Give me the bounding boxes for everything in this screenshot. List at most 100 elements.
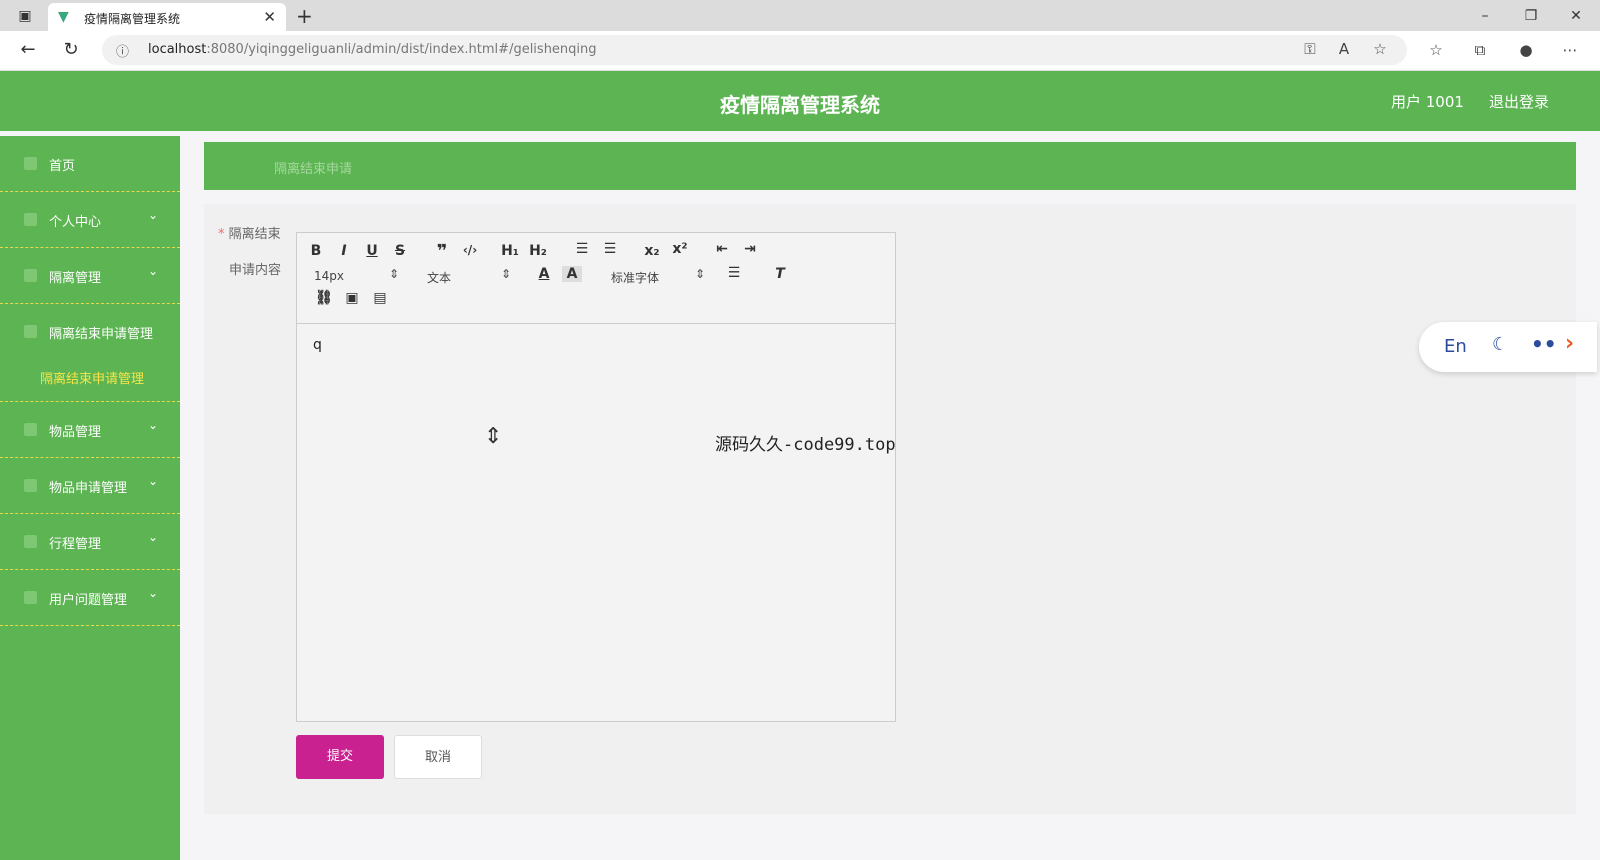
english-label[interactable]: En	[1444, 336, 1467, 357]
submit-button[interactable]: 提交	[296, 735, 384, 779]
heading1-icon[interactable]: H₁	[500, 243, 520, 259]
chevron-down-icon: ⌄	[148, 474, 159, 488]
read-aloud-icon[interactable]: A	[1334, 40, 1354, 58]
sidebar-toggle-icon[interactable]: ▣	[16, 7, 34, 25]
bullet-list-icon[interactable]: ☰	[600, 241, 620, 257]
browser-tab-bar: ▣ ▼ 疫情隔离管理系统 ✕ + – ❐ ✕	[0, 0, 1600, 31]
sidebar-item-label: 物品管理	[49, 425, 102, 440]
sidebar-subitem-end-application[interactable]: 隔离结束申请管理	[0, 352, 180, 402]
sidebar-item-isolation[interactable]: 隔离管理 ⌄	[0, 248, 180, 304]
chevron-down-icon: ⌄	[148, 264, 159, 278]
strike-icon[interactable]: S	[390, 243, 410, 259]
menu-icon	[24, 535, 37, 548]
restore-icon[interactable]: ❐	[1522, 7, 1540, 25]
cancel-button[interactable]: 取消	[394, 735, 482, 779]
tab-title: 疫情隔离管理系统	[84, 12, 181, 26]
watermark-text: 源码久久-code99.top	[715, 435, 896, 455]
window-close-icon[interactable]: ✕	[1567, 7, 1585, 25]
font-color-icon[interactable]: A	[534, 266, 554, 282]
new-tab-icon[interactable]: +	[296, 4, 313, 28]
favorites-icon[interactable]: ☆	[1426, 41, 1446, 59]
sidebar-item-label: 物品申请管理	[49, 481, 128, 496]
home-icon	[24, 157, 37, 170]
chevron-down-icon: ⌄	[148, 418, 159, 432]
clear-format-icon[interactable]: T	[770, 266, 790, 282]
breadcrumb: 隔离结束申请	[204, 142, 1576, 190]
menu-icon	[24, 325, 37, 338]
font-family-dropdown-icon[interactable]: ⇕	[695, 267, 705, 281]
translate-widget[interactable]: En ☾ •• ›	[1419, 322, 1597, 372]
font-size-dropdown-icon[interactable]: ⇕	[389, 267, 399, 281]
video-icon[interactable]: ▤	[370, 290, 390, 306]
code-block-icon[interactable]: ‹/›	[460, 243, 480, 257]
indent-icon[interactable]: ⇥	[740, 241, 760, 257]
sidebar-item-label: 个人中心	[49, 215, 102, 230]
chevron-down-icon: ⌄	[148, 586, 159, 600]
collections-icon[interactable]: ⧉	[1470, 41, 1490, 59]
blockquote-icon[interactable]: ❞	[432, 241, 452, 262]
chevron-right-icon[interactable]: ›	[1565, 331, 1574, 356]
app-title: 疫情隔离管理系统	[720, 93, 880, 117]
sidebar-item-home[interactable]: 首页	[0, 136, 180, 192]
link-icon[interactable]: ⛓	[314, 290, 334, 306]
tab-close-icon[interactable]: ✕	[263, 8, 276, 26]
sidebar-item-label: 用户问题管理	[49, 593, 128, 608]
bold-icon[interactable]: B	[306, 243, 326, 259]
back-icon[interactable]: ←	[17, 39, 39, 60]
sidebar: 首页 个人中心 ⌄ 隔离管理 ⌄ 隔离结束申请管理 隔离结束申请管理 物品管理 …	[0, 136, 180, 860]
url-field[interactable]: ⓘ localhost:8080/yiqinggeliguanli/admin/…	[102, 35, 1407, 65]
sidebar-item-label: 隔离管理	[49, 271, 102, 286]
menu-icon	[24, 423, 37, 436]
add-favorite-icon[interactable]: ☆	[1370, 40, 1390, 58]
italic-icon[interactable]: I	[334, 243, 354, 259]
minimize-icon[interactable]: –	[1476, 7, 1494, 25]
menu-icon	[24, 479, 37, 492]
font-size-select[interactable]: 14px	[314, 269, 344, 283]
rich-text-editor: B I U S ❞ ‹/› H₁ H₂ ☰ ☰ x₂ x² ⇤ ⇥ 14px ⇕…	[296, 232, 896, 722]
font-family-select[interactable]: 标准字体	[611, 269, 659, 286]
underline-icon[interactable]: U	[362, 243, 382, 259]
sidebar-subitem-label: 隔离结束申请管理	[40, 372, 145, 387]
chevron-down-icon: ⌄	[148, 208, 159, 222]
heading2-icon[interactable]: H₂	[528, 243, 548, 259]
url-text: localhost:8080/yiqinggeliguanli/admin/di…	[148, 42, 597, 57]
dots-icon[interactable]: ••	[1531, 332, 1557, 356]
align-icon[interactable]: ☰	[724, 265, 744, 281]
editor-content[interactable]: q	[313, 337, 322, 353]
browser-tab[interactable]: ▼ 疫情隔离管理系统 ✕	[48, 3, 286, 31]
subscript-icon[interactable]: x₂	[642, 243, 662, 259]
paragraph-select[interactable]: 文本	[427, 269, 451, 286]
sidebar-item-label: 首页	[49, 159, 76, 174]
paragraph-dropdown-icon[interactable]: ⇕	[501, 267, 511, 281]
sidebar-item-itinerary[interactable]: 行程管理 ⌄	[0, 514, 180, 570]
sidebar-item-user-questions[interactable]: 用户问题管理 ⌄	[0, 570, 180, 626]
superscript-icon[interactable]: x²	[670, 241, 690, 257]
more-icon[interactable]: ⋯	[1560, 41, 1580, 59]
logout-link[interactable]: 退出登录	[1489, 91, 1549, 112]
refresh-icon[interactable]: ↻	[60, 39, 82, 60]
browser-address-bar: ← ↻ ⓘ localhost:8080/yiqinggeliguanli/ad…	[0, 31, 1600, 71]
key-icon[interactable]: ⚿	[1300, 40, 1320, 58]
site-info-icon[interactable]: ⓘ	[116, 41, 129, 60]
editor-toolbar: B I U S ❞ ‹/› H₁ H₂ ☰ ☰ x₂ x² ⇤ ⇥ 14px ⇕…	[297, 233, 895, 324]
outdent-icon[interactable]: ⇤	[712, 241, 732, 257]
application-content-label: 申请内容	[229, 263, 282, 278]
user-label: 用户 1001	[1391, 93, 1464, 111]
sidebar-item-goods[interactable]: 物品管理 ⌄	[0, 402, 180, 458]
ordered-list-icon[interactable]: ☰	[572, 241, 592, 257]
sidebar-item-label: 行程管理	[49, 537, 102, 552]
app-header: 疫情隔离管理系统 用户 1001 退出登录	[0, 71, 1600, 131]
image-icon[interactable]: ▣	[342, 290, 362, 306]
moon-icon[interactable]: ☾	[1492, 334, 1508, 355]
breadcrumb-item[interactable]: 隔离结束申请	[274, 158, 352, 177]
text-cursor-icon: ⇕	[484, 424, 503, 449]
menu-icon	[24, 269, 37, 282]
profile-icon[interactable]: ●	[1516, 41, 1536, 59]
vue-logo-icon: ▼	[58, 9, 69, 25]
sidebar-item-goods-application[interactable]: 物品申请管理 ⌄	[0, 458, 180, 514]
background-color-icon[interactable]: A	[562, 266, 582, 282]
menu-icon	[24, 591, 37, 604]
sidebar-item-label: 隔离结束申请管理	[49, 327, 154, 342]
user-icon	[24, 213, 37, 226]
sidebar-item-personal[interactable]: 个人中心 ⌄	[0, 192, 180, 248]
